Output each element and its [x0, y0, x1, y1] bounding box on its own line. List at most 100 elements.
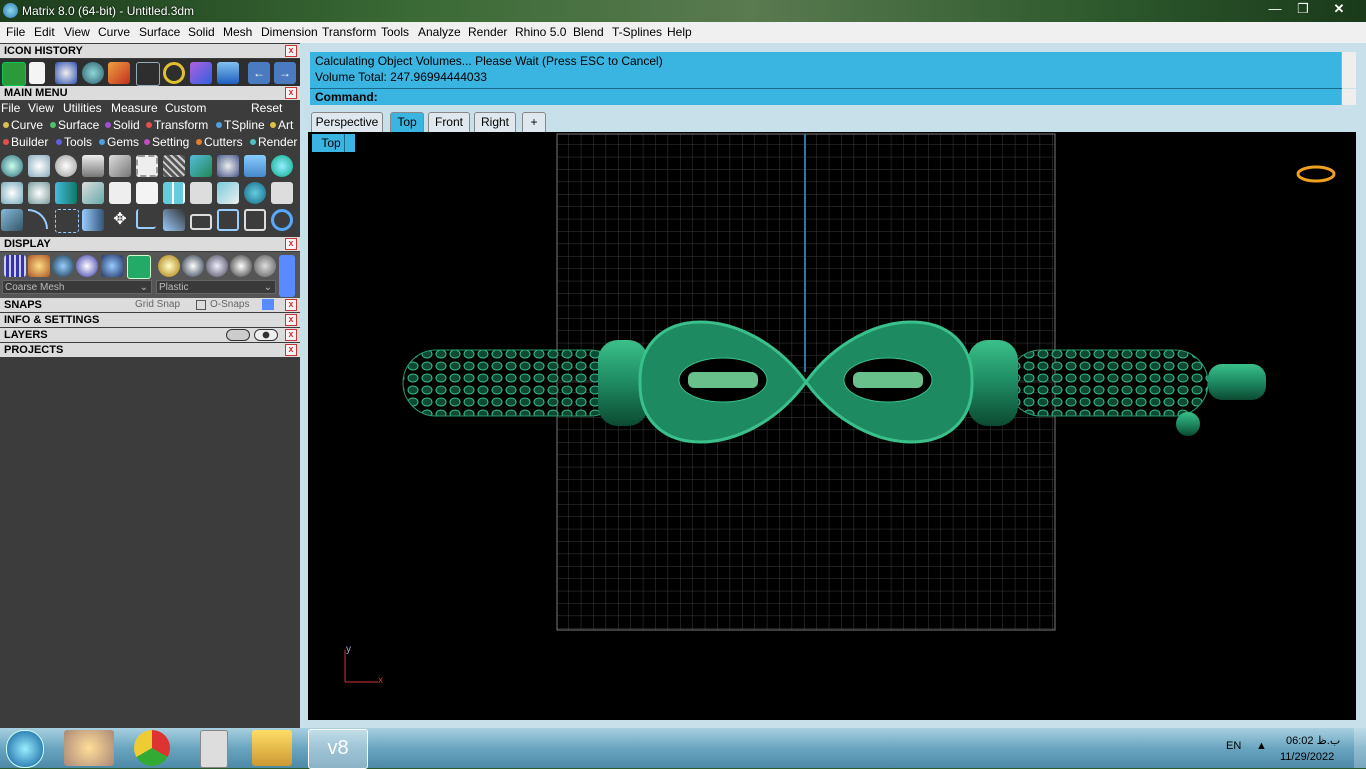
menu-render[interactable]: Render	[468, 25, 507, 39]
lines-tool-icon[interactable]	[163, 155, 185, 177]
wireframe-display-icon[interactable]	[4, 255, 26, 277]
move-tool-icon[interactable]: ✥	[109, 209, 131, 231]
viewport-top[interactable]: Top y x	[308, 132, 1356, 720]
arc-tool-icon[interactable]	[28, 209, 48, 229]
chip-tool-icon[interactable]	[136, 155, 158, 177]
command-scrollbar[interactable]	[1341, 89, 1356, 105]
paint-icon[interactable]	[64, 730, 114, 766]
add-viewport-button[interactable]: +	[522, 112, 546, 132]
material-select[interactable]: Plastic ⌄	[156, 280, 276, 294]
rendered-display-icon[interactable]	[76, 255, 98, 277]
layers-header[interactable]: LAYERS x	[0, 328, 300, 342]
cutter-tool-icon[interactable]	[109, 155, 131, 177]
doc-tool-icon[interactable]	[109, 182, 131, 204]
reset-button[interactable]: Reset	[251, 101, 282, 115]
category-tspline[interactable]: TSpline	[216, 118, 265, 132]
link-tool-icon[interactable]	[190, 214, 212, 230]
osnaps-checkbox[interactable]	[196, 300, 206, 310]
menu-view[interactable]: View	[64, 25, 90, 39]
snaps-info-button[interactable]	[262, 299, 274, 310]
show-desktop-button[interactable]	[1354, 728, 1366, 768]
category-surface[interactable]: Surface	[50, 118, 99, 132]
clock-time[interactable]: 06:02 ب.ظ	[1286, 734, 1340, 747]
cone-icon[interactable]	[217, 62, 239, 84]
layer-toggle-icon[interactable]	[226, 329, 250, 341]
trim-tool-icon[interactable]	[244, 209, 266, 231]
minimize-button[interactable]: —	[1262, 0, 1288, 18]
globe-tool-icon[interactable]	[244, 182, 266, 204]
close-icon[interactable]: x	[285, 329, 297, 341]
tab-top[interactable]: Top	[390, 112, 424, 132]
projects-header[interactable]: PROJECTS x	[0, 343, 300, 357]
glass-material-icon[interactable]	[206, 255, 228, 277]
shaded-display-icon[interactable]	[52, 255, 74, 277]
eye-icon[interactable]	[254, 329, 278, 341]
file-explorer-icon[interactable]	[252, 730, 292, 766]
bezel-tool-icon[interactable]	[82, 182, 104, 204]
clock-date[interactable]: 11/29/2022	[1280, 751, 1334, 763]
scrollbar[interactable]	[1341, 52, 1356, 88]
scale-icon[interactable]	[136, 62, 160, 86]
tab-right[interactable]: Right	[474, 112, 516, 132]
gem-cut-icon[interactable]	[55, 62, 77, 84]
ghosted-display-icon[interactable]	[28, 255, 50, 277]
category-solid[interactable]: Solid	[105, 118, 140, 132]
circle-tool-icon[interactable]	[271, 209, 293, 231]
ring-tool-icon[interactable]	[217, 155, 239, 177]
rotate-tool-icon[interactable]	[136, 209, 156, 229]
menu-edit[interactable]: Edit	[34, 25, 55, 39]
category-cutters[interactable]: Cutters	[196, 135, 243, 149]
menu-analyze[interactable]: Analyze	[418, 25, 461, 39]
grid-icon[interactable]	[2, 62, 26, 86]
v8-icon[interactable]	[82, 62, 104, 84]
pave-tool-icon[interactable]	[1, 182, 23, 204]
category-art[interactable]: Art	[270, 118, 293, 132]
chrome-icon[interactable]	[134, 730, 170, 766]
menu-tools[interactable]: Tools	[381, 25, 409, 39]
light-tool-icon[interactable]	[55, 155, 77, 177]
close-icon[interactable]: x	[285, 87, 297, 99]
close-icon[interactable]: x	[285, 45, 297, 57]
blocks-tool-icon[interactable]	[1, 209, 23, 231]
category-curve[interactable]: Curve	[3, 118, 43, 132]
info-settings-header[interactable]: INFO & SETTINGS x	[0, 313, 300, 327]
silver-material-icon[interactable]	[182, 255, 204, 277]
category-tools[interactable]: Tools	[56, 135, 92, 149]
category-transform[interactable]: Transform	[146, 118, 208, 132]
no-material-icon[interactable]	[254, 255, 276, 277]
menu-curve[interactable]: Curve	[98, 25, 130, 39]
tab-perspective[interactable]: Perspective	[311, 112, 383, 132]
prong-tool-icon[interactable]	[82, 155, 104, 177]
plastic-material-icon[interactable]	[230, 255, 252, 277]
menu-file[interactable]: File	[6, 25, 25, 39]
back-arrow-icon[interactable]: ←	[248, 62, 270, 84]
close-icon[interactable]: x	[285, 344, 297, 356]
menu-tsplines[interactable]: T-Splines	[612, 25, 662, 39]
mesh-select[interactable]: Coarse Mesh ⌄	[2, 280, 152, 294]
split-tool-icon[interactable]	[217, 209, 239, 231]
display-header[interactable]: DISPLAY x	[0, 237, 300, 251]
gem-tool-icon[interactable]	[28, 155, 50, 177]
main-menu-view[interactable]: View	[28, 101, 54, 115]
gold-material-icon[interactable]	[158, 255, 180, 277]
main-menu-custom[interactable]: Custom	[165, 101, 206, 115]
menu-help[interactable]: Help	[667, 25, 692, 39]
bend-icon[interactable]	[190, 62, 212, 84]
tab-front[interactable]: Front	[428, 112, 470, 132]
chevron-up-icon[interactable]: ▲	[1256, 740, 1267, 752]
forward-arrow-icon[interactable]: →	[274, 62, 296, 84]
v8-tool-icon[interactable]	[1, 155, 23, 177]
category-gems[interactable]: Gems	[99, 135, 139, 149]
person-tool-icon[interactable]	[190, 182, 212, 204]
xray-display-icon[interactable]	[127, 255, 151, 279]
menu-dimension[interactable]: Dimension	[261, 25, 318, 39]
command-line[interactable]: Command:	[310, 88, 1356, 105]
main-menu-measure[interactable]: Measure	[111, 101, 158, 115]
menu-solid[interactable]: Solid	[188, 25, 215, 39]
close-icon[interactable]: x	[285, 299, 297, 311]
category-builder[interactable]: Builder	[3, 135, 48, 149]
scatter-tool-icon[interactable]	[163, 209, 185, 231]
close-button[interactable]: ✕	[1326, 0, 1352, 18]
mirror-tool-icon[interactable]	[82, 209, 104, 231]
new-file-icon[interactable]	[29, 62, 45, 84]
